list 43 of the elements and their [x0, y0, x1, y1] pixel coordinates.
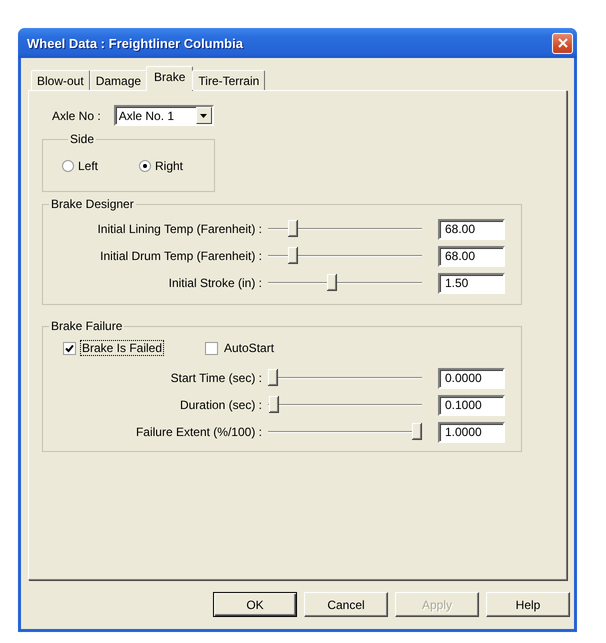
slider-label: Start Time (sec) :: [170, 371, 262, 385]
tab[interactable]: Damage: [90, 70, 148, 90]
value-field[interactable]: 68.00: [438, 218, 505, 240]
axle-dropdown[interactable]: Axle No. 1: [114, 105, 214, 126]
dialog-button[interactable]: OK: [213, 592, 297, 617]
checkbox[interactable]: [205, 342, 218, 354]
slider-thumb[interactable]: [327, 274, 338, 291]
value-field[interactable]: 1.0000: [438, 422, 505, 442]
slider-thumb[interactable]: [268, 369, 278, 386]
close-button[interactable]: [552, 32, 573, 54]
dropdown-button[interactable]: [196, 107, 212, 124]
group-title: Side: [69, 132, 96, 146]
radio-label[interactable]: Right: [155, 159, 184, 173]
close-icon: [558, 38, 568, 48]
slider-thumb[interactable]: [288, 247, 298, 264]
tab[interactable]: Tire-Terrain: [192, 70, 266, 90]
slider-label: Initial Lining Temp (Farenheit) :: [96, 222, 262, 236]
value-field[interactable]: 1.50: [438, 272, 505, 294]
radio-button[interactable]: [62, 160, 74, 172]
tab[interactable]: Brake: [146, 66, 194, 91]
axle-label: Axle No :: [52, 108, 101, 122]
checkbox-label[interactable]: AutoStart: [222, 340, 276, 356]
slider-label: Initial Stroke (in) :: [168, 276, 262, 290]
checkbox[interactable]: [63, 342, 76, 354]
slider-label: Duration (sec) :: [178, 398, 262, 412]
slider-thumb[interactable]: [412, 423, 422, 440]
radio-label[interactable]: Left: [78, 159, 98, 173]
value-field[interactable]: 0.0000: [438, 368, 505, 388]
group-title: Brake Designer: [50, 197, 135, 211]
dialog-button[interactable]: Cancel: [304, 592, 388, 617]
tab[interactable]: Blow-out: [31, 70, 90, 90]
value-field[interactable]: 0.1000: [438, 394, 505, 416]
value-field[interactable]: 68.00: [438, 246, 505, 266]
slider-thumb[interactable]: [288, 220, 298, 237]
checkbox-label[interactable]: Brake Is Failed: [80, 340, 164, 356]
radio-button[interactable]: [139, 160, 151, 172]
caret-icon: [200, 114, 208, 118]
window-title: Wheel Data : Freightliner Columbia: [27, 36, 243, 50]
dialog-button[interactable]: Help: [486, 592, 570, 617]
slider-label: Failure Extent (%/100) :: [134, 425, 262, 439]
slider-thumb[interactable]: [269, 396, 280, 413]
slider-label: Initial Drum Temp (Farenheit) :: [99, 249, 262, 263]
group-title: Brake Failure: [50, 319, 124, 333]
